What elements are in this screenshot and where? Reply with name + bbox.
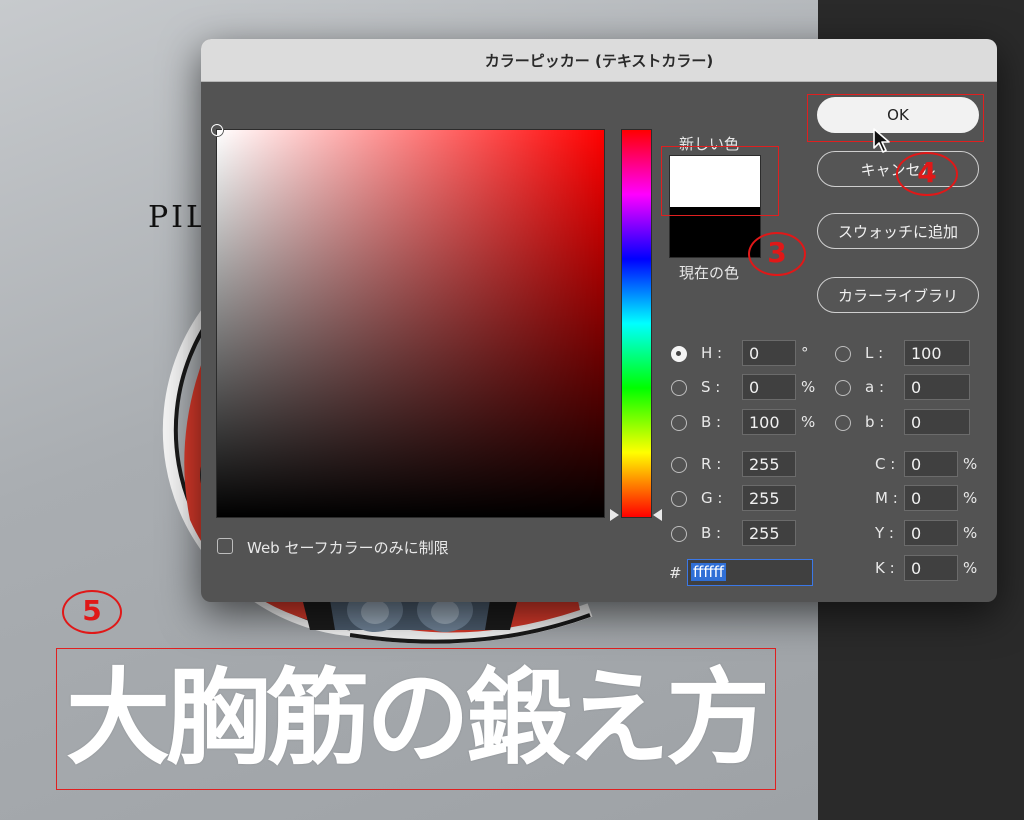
lab-l-field[interactable]: 100 xyxy=(904,340,970,366)
lab-l-label: L : xyxy=(865,344,884,362)
lab-a-field[interactable]: 0 xyxy=(904,374,970,400)
red-field[interactable]: 255 xyxy=(742,451,796,477)
hue-field[interactable]: 0 xyxy=(742,340,796,366)
brightness-unit: % xyxy=(801,413,816,431)
brightness-label: B : xyxy=(701,413,722,431)
red-radio[interactable] xyxy=(671,457,687,473)
cyan-unit: % xyxy=(963,455,978,473)
lab-a-label: a : xyxy=(865,378,885,396)
add-to-swatches-button[interactable]: スウォッチに追加 xyxy=(817,213,979,249)
hex-field[interactable]: ffffff xyxy=(687,559,813,586)
step-4-marker: 4 xyxy=(896,152,958,196)
brightness-field[interactable]: 100 xyxy=(742,409,796,435)
current-color-label: 現在の色 xyxy=(679,264,740,282)
yellow-label: Y : xyxy=(875,524,894,542)
brightness-radio[interactable] xyxy=(671,415,687,431)
black-field[interactable]: 0 xyxy=(904,555,958,581)
green-label: G : xyxy=(701,489,723,507)
saturation-field[interactable]: 0 xyxy=(742,374,796,400)
hue-slider-left-handle[interactable] xyxy=(610,509,619,521)
step-5-marker: 5 xyxy=(62,590,122,634)
title-highlight-box xyxy=(56,648,776,790)
partial-heading-text: PIL xyxy=(148,200,209,235)
green-field[interactable]: 255 xyxy=(742,485,796,511)
magenta-field[interactable]: 0 xyxy=(904,485,958,511)
saturation-brightness-field[interactable] xyxy=(211,124,605,518)
blue-label: B : xyxy=(701,524,722,542)
blue-field[interactable]: 255 xyxy=(742,520,796,546)
color-libraries-button[interactable]: カラーライブラリ xyxy=(817,277,979,313)
web-safe-label: Web セーフカラーのみに制限 xyxy=(247,539,449,557)
lab-a-radio[interactable] xyxy=(835,380,851,396)
hue-radio[interactable] xyxy=(671,346,687,362)
hue-label: H : xyxy=(701,344,723,362)
hue-slider[interactable] xyxy=(621,129,652,518)
lab-b-label: b : xyxy=(865,413,885,431)
ok-highlight-box xyxy=(807,94,984,142)
magenta-label: M : xyxy=(875,489,898,507)
hue-unit: ° xyxy=(801,344,809,362)
red-label: R : xyxy=(701,455,722,473)
blue-radio[interactable] xyxy=(671,526,687,542)
color-field-marker[interactable] xyxy=(211,124,223,136)
dialog-title: カラーピッカー (テキストカラー) xyxy=(484,52,714,70)
lab-b-radio[interactable] xyxy=(835,415,851,431)
black-unit: % xyxy=(963,559,978,577)
lab-l-radio[interactable] xyxy=(835,346,851,362)
mouse-pointer-icon xyxy=(873,128,890,153)
web-safe-checkbox[interactable] xyxy=(217,538,233,554)
yellow-unit: % xyxy=(963,524,978,542)
yellow-field[interactable]: 0 xyxy=(904,520,958,546)
cyan-field[interactable]: 0 xyxy=(904,451,958,477)
hex-prefix: # xyxy=(669,564,682,582)
dialog-titlebar[interactable]: カラーピッカー (テキストカラー) xyxy=(201,39,997,82)
step-3-marker: 3 xyxy=(748,232,806,276)
hue-slider-right-handle[interactable] xyxy=(653,509,662,521)
lab-b-field[interactable]: 0 xyxy=(904,409,970,435)
hex-value-selected: ffffff xyxy=(691,563,727,581)
new-color-highlight-box xyxy=(661,146,779,216)
black-label: K : xyxy=(875,559,895,577)
saturation-label: S : xyxy=(701,378,721,396)
green-radio[interactable] xyxy=(671,491,687,507)
saturation-unit: % xyxy=(801,378,816,396)
saturation-radio[interactable] xyxy=(671,380,687,396)
cyan-label: C : xyxy=(875,455,896,473)
magenta-unit: % xyxy=(963,489,978,507)
